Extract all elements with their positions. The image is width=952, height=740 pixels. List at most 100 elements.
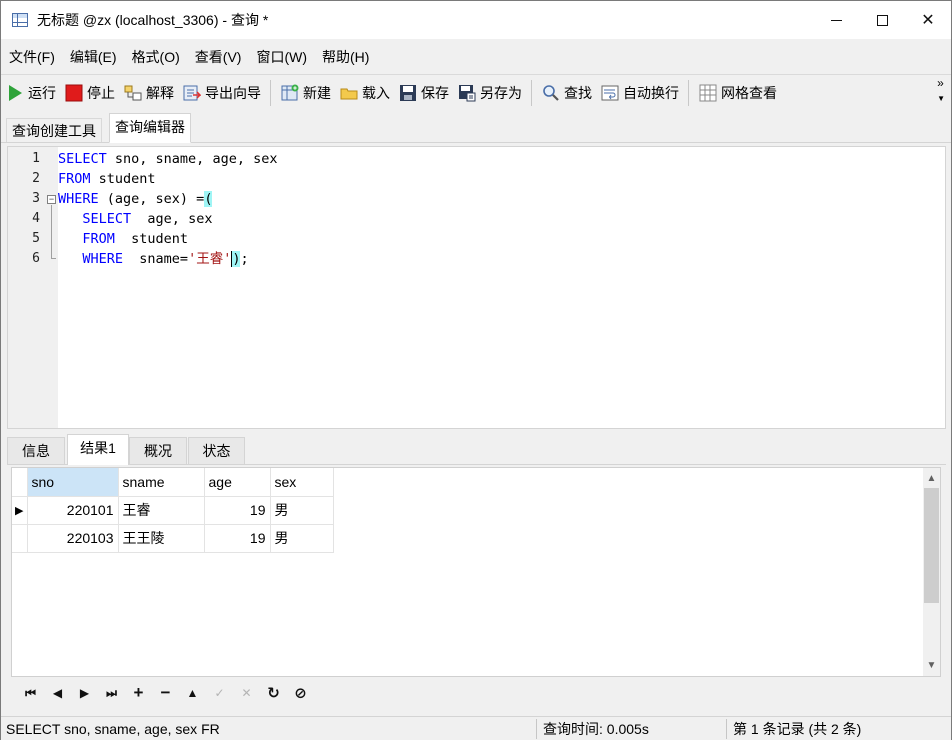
discard-changes-icon[interactable]: ✕ — [233, 682, 260, 704]
cell-sno[interactable]: 220103 — [26, 523, 119, 553]
status-record-count: 第 1 条记录 (共 2 条) — [733, 721, 862, 737]
menu-window[interactable]: 窗口(W) — [248, 43, 314, 71]
cell-sname[interactable]: 王王陵 — [117, 523, 205, 553]
tab-profile[interactable]: 概况 — [129, 437, 187, 464]
code-area[interactable]: SELECT sno, sname, age, sex FROM student… — [58, 147, 945, 428]
folder-icon — [340, 84, 358, 102]
sql-text: sno, sname, age, sex — [106, 151, 278, 167]
cell-sno[interactable]: 220101 — [26, 495, 119, 525]
add-record-icon[interactable]: + — [125, 682, 152, 704]
row-indicator-header — [12, 468, 28, 497]
first-record-icon[interactable]: ⏮ — [17, 682, 44, 704]
table-row[interactable]: ▶ 220101 王睿 19 男 — [12, 495, 334, 525]
explain-button[interactable]: 解释 — [119, 78, 178, 108]
save-as-button[interactable]: 另存为 — [453, 78, 526, 108]
scroll-down-icon[interactable]: ▼ — [923, 657, 940, 674]
toolbar-overflow-button[interactable]: » ▼ — [937, 77, 945, 105]
column-header[interactable]: sex — [269, 468, 334, 497]
menu-file[interactable]: 文件(F) — [1, 43, 62, 71]
tab-status[interactable]: 状态 — [188, 437, 245, 464]
word-wrap-button[interactable]: 自动换行 — [596, 78, 683, 108]
matched-paren: ( — [204, 191, 213, 207]
menu-edit[interactable]: 编辑(E) — [62, 43, 124, 71]
save-as-icon — [458, 84, 476, 102]
code-line: SELECT age, sex — [58, 209, 212, 229]
column-header[interactable]: sname — [117, 468, 205, 497]
next-record-icon[interactable]: ▶ — [71, 682, 98, 704]
cell-age[interactable]: 19 — [203, 523, 271, 553]
stop-loading-icon[interactable]: ⊘ — [287, 682, 314, 704]
result-grid[interactable]: sno sname age sex ▶ 220101 王睿 19 男 22010… — [11, 467, 941, 677]
grid-icon — [699, 84, 717, 102]
save-button[interactable]: 保存 — [394, 78, 453, 108]
tab-query-builder[interactable]: 查询创建工具 — [6, 118, 102, 142]
toolbar-separator — [531, 79, 532, 106]
stop-button[interactable]: 停止 — [60, 78, 119, 108]
close-button[interactable]: ✕ — [905, 1, 951, 39]
delete-record-icon[interactable]: − — [152, 682, 179, 704]
column-header[interactable]: sno — [26, 468, 119, 497]
current-row-icon: ▶ — [12, 495, 28, 525]
main-window: 无标题 @zx (localhost_3306) - 查询 * ✕ 文件(F) … — [0, 0, 952, 740]
cell-sname[interactable]: 王睿 — [117, 495, 205, 525]
status-query-time: 查询时间: 0.005s — [543, 721, 649, 737]
maximize-button[interactable] — [859, 1, 905, 39]
sql-keyword: SELECT — [82, 211, 132, 227]
query-tabs: 查询创建工具 查询编辑器 — [1, 112, 951, 143]
toolbar: 运行 停止 解释 导出向导 新建 载入 保存 另存为 查找 自动换行 网格查看 … — [1, 74, 951, 110]
move-up-icon[interactable]: ▲ — [179, 682, 206, 704]
find-button[interactable]: 查找 — [537, 78, 596, 108]
menu-bar: 文件(F) 编辑(E) 格式(O) 查看(V) 窗口(W) 帮助(H) — [1, 43, 951, 71]
toolbar-separator — [270, 79, 271, 106]
menu-help[interactable]: 帮助(H) — [314, 43, 376, 71]
last-record-icon[interactable]: ⏭ — [98, 682, 125, 704]
stop-label: 停止 — [87, 84, 115, 101]
new-button[interactable]: 新建 — [276, 78, 335, 108]
vertical-scrollbar[interactable]: ▲ ▼ — [923, 468, 940, 676]
save-as-label: 另存为 — [480, 84, 522, 101]
menu-format[interactable]: 格式(O) — [124, 43, 187, 71]
new-query-icon — [281, 84, 299, 102]
table-row[interactable]: 220103 王王陵 19 男 — [12, 523, 334, 553]
scroll-up-icon[interactable]: ▲ — [923, 470, 940, 487]
cell-sex[interactable]: 男 — [269, 495, 334, 525]
export-wizard-button[interactable]: 导出向导 — [178, 78, 265, 108]
word-wrap-label: 自动换行 — [623, 84, 679, 101]
sql-editor[interactable]: 1 2 3 4 5 6 − SELECT sno, sname, age, se… — [7, 146, 946, 429]
row-indicator — [12, 523, 28, 553]
sql-string: '王睿' — [188, 251, 232, 267]
tab-result1[interactable]: 结果1 — [67, 434, 129, 465]
grid-view-button[interactable]: 网格查看 — [694, 78, 781, 108]
load-button[interactable]: 载入 — [335, 78, 394, 108]
line-number: 5 — [32, 231, 40, 246]
chevron-double-right-icon: » — [937, 76, 944, 90]
run-button[interactable]: 运行 — [1, 78, 60, 108]
search-icon — [542, 84, 560, 102]
result-tabs: 信息 结果1 概况 状态 — [7, 434, 946, 465]
header-row: sno sname age sex — [12, 468, 334, 497]
title-bar: 无标题 @zx (localhost_3306) - 查询 * ✕ — [1, 1, 951, 39]
scroll-thumb[interactable] — [924, 488, 939, 603]
menu-view[interactable]: 查看(V) — [187, 43, 249, 71]
play-icon — [6, 84, 24, 102]
load-label: 载入 — [362, 84, 390, 101]
apply-changes-icon[interactable]: ✓ — [206, 682, 233, 704]
sql-keyword: WHERE — [58, 191, 99, 207]
prev-record-icon[interactable]: ◀ — [44, 682, 71, 704]
code-line: SELECT sno, sname, age, sex — [58, 149, 277, 169]
new-label: 新建 — [303, 84, 331, 101]
code-line: WHERE sname='王睿'); — [58, 249, 249, 269]
minimize-button[interactable] — [813, 1, 859, 39]
sql-keyword: SELECT — [58, 151, 107, 167]
cell-age[interactable]: 19 — [203, 495, 271, 525]
line-number: 3 — [32, 191, 40, 206]
cell-sex[interactable]: 男 — [269, 523, 334, 553]
tab-info[interactable]: 信息 — [7, 437, 65, 464]
status-bar: SELECT sno, sname, age, sex FR 查询时间: 0.0… — [1, 716, 951, 740]
fold-toggle-icon[interactable]: − — [47, 195, 56, 204]
status-divider — [726, 719, 727, 739]
refresh-icon[interactable]: ↻ — [260, 682, 287, 704]
column-header[interactable]: age — [203, 468, 271, 497]
tab-query-editor[interactable]: 查询编辑器 — [109, 113, 191, 143]
